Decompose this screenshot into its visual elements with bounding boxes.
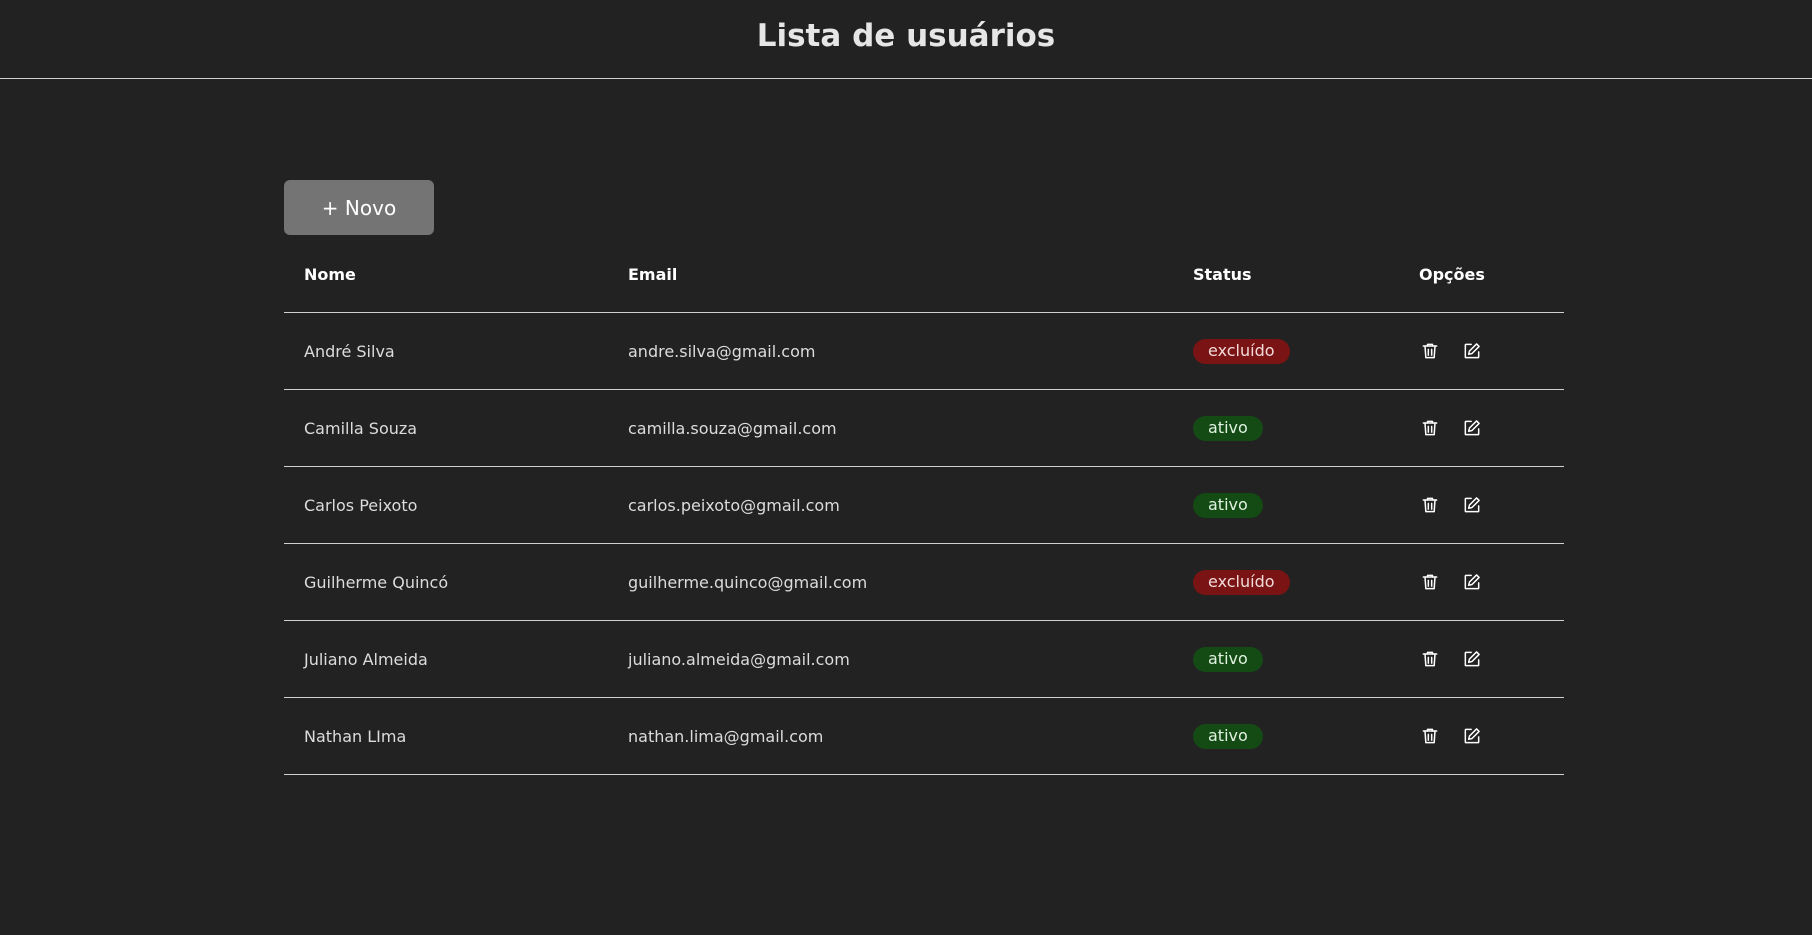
user-options-cell [1399,620,1564,698]
trash-icon[interactable] [1419,494,1441,516]
user-email-cell: camilla.souza@gmail.com [608,389,1173,467]
user-status-cell: excluído [1173,312,1399,390]
user-status-cell: ativo [1173,466,1399,544]
trash-icon[interactable] [1419,648,1441,670]
user-status-cell: excluído [1173,543,1399,621]
user-options-cell [1399,543,1564,621]
user-name-cell: Juliano Almeida [284,620,608,698]
user-email-cell: guilherme.quinco@gmail.com [608,543,1173,621]
status-badge: excluído [1193,569,1290,595]
edit-icon[interactable] [1461,494,1483,516]
column-header-name: Nome [284,261,608,313]
page-title: Lista de usuários [756,18,1056,54]
table-row: Carlos Peixoto carlos.peixoto@gmail.com … [284,466,1564,544]
user-email-cell: andre.silva@gmail.com [608,312,1173,390]
user-options-cell [1399,466,1564,544]
user-name-cell: Nathan LIma [284,697,608,775]
user-status-cell: ativo [1173,620,1399,698]
table-row: Camilla Souza camilla.souza@gmail.com at… [284,389,1564,467]
users-table: Nome Email Status Opções André Silva and… [284,261,1564,775]
user-status-cell: ativo [1173,697,1399,775]
page-header: Lista de usuários [0,0,1812,79]
trash-icon[interactable] [1419,417,1441,439]
edit-icon[interactable] [1461,648,1483,670]
edit-icon[interactable] [1461,571,1483,593]
user-name-cell: Camilla Souza [284,389,608,467]
column-header-email: Email [608,261,1173,313]
table-row: André Silva andre.silva@gmail.com excluí… [284,312,1564,390]
user-name-cell: André Silva [284,312,608,390]
user-name-cell: Guilherme Quincó [284,543,608,621]
table-row: Nathan LIma nathan.lima@gmail.com ativo [284,697,1564,775]
user-email-cell: juliano.almeida@gmail.com [608,620,1173,698]
status-badge: ativo [1193,415,1263,441]
edit-icon[interactable] [1461,725,1483,747]
user-status-cell: ativo [1173,389,1399,467]
trash-icon[interactable] [1419,725,1441,747]
status-badge: ativo [1193,492,1263,518]
status-badge: ativo [1193,646,1263,672]
edit-icon[interactable] [1461,340,1483,362]
user-name-cell: Carlos Peixoto [284,466,608,544]
column-header-status: Status [1173,261,1399,313]
user-options-cell [1399,697,1564,775]
table-header-row: Nome Email Status Opções [284,261,1564,313]
user-options-cell [1399,312,1564,390]
user-options-cell [1399,389,1564,467]
table-row: Guilherme Quincó guilherme.quinco@gmail.… [284,543,1564,621]
table-row: Juliano Almeida juliano.almeida@gmail.co… [284,620,1564,698]
edit-icon[interactable] [1461,417,1483,439]
status-badge: excluído [1193,338,1290,364]
trash-icon[interactable] [1419,571,1441,593]
user-email-cell: carlos.peixoto@gmail.com [608,466,1173,544]
status-badge: ativo [1193,723,1263,749]
column-header-options: Opções [1399,261,1564,313]
trash-icon[interactable] [1419,340,1441,362]
user-list-section: + Novo Nome Email Status Opções André Si… [284,180,1564,775]
new-user-button[interactable]: + Novo [284,180,434,235]
user-email-cell: nathan.lima@gmail.com [608,697,1173,775]
